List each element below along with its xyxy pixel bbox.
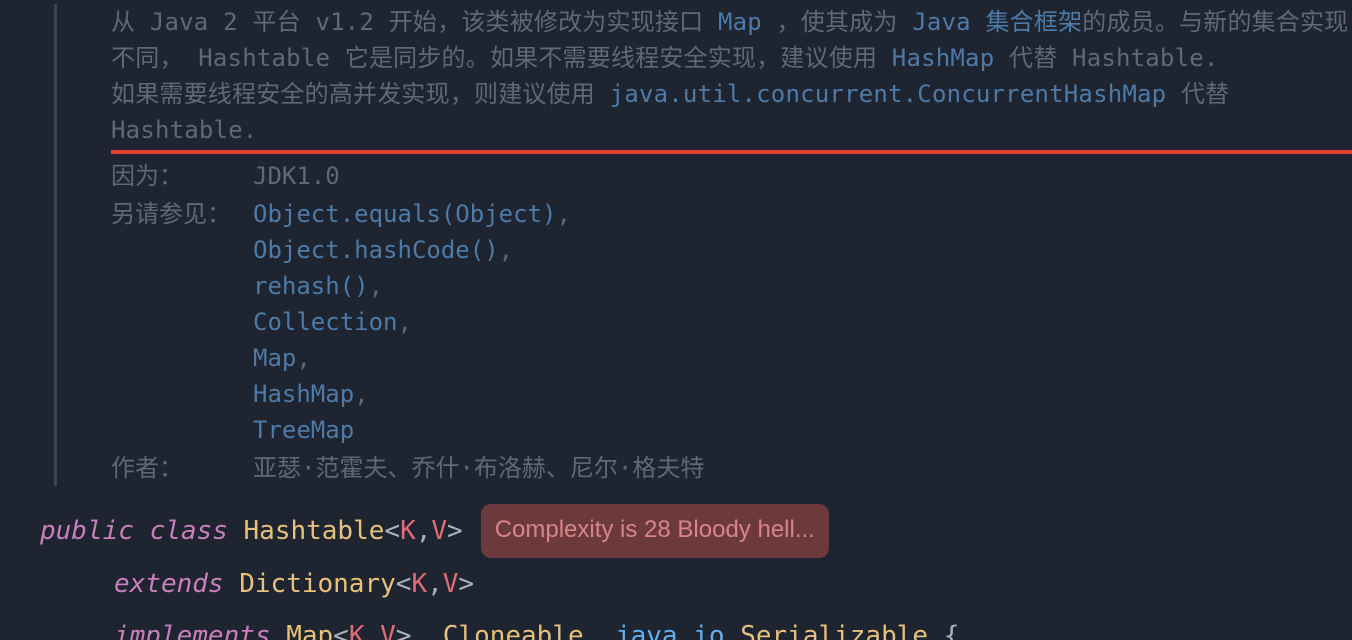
complexity-hint-badge[interactable]: Complexity is 28 Bloody hell... (481, 504, 829, 558)
angle-open: < (396, 569, 412, 599)
author-label: 作者： (111, 450, 253, 486)
see-also-link[interactable]: Object.hashCode() (253, 236, 499, 264)
see-also-item: Map, (253, 340, 1352, 376)
type-cloneable: Cloneable (443, 621, 584, 640)
see-also-link[interactable]: Object.equals(Object) (253, 200, 556, 228)
angle-close: > (396, 621, 412, 640)
see-also-item: Object.hashCode(), (253, 232, 1352, 268)
angle-open: < (333, 621, 349, 640)
comma-space: , (584, 621, 615, 640)
see-also-link[interactable]: HashMap (253, 380, 354, 408)
generic-v: V (431, 516, 447, 546)
separator: , (369, 272, 383, 300)
separator: , (499, 236, 513, 264)
comma: , (427, 569, 443, 599)
doc-text: 如果需要线程安全的高并发实现，则建议使用 (111, 80, 610, 108)
link-map[interactable]: Map (718, 8, 762, 36)
separator: , (556, 200, 570, 228)
see-also-item: Object.equals(Object), (253, 196, 1352, 232)
comma: , (364, 621, 380, 640)
keyword-extends: extends (114, 569, 224, 599)
see-also-item: rehash(), (253, 268, 1352, 304)
angle-open: < (384, 516, 400, 546)
since-value: JDK1.0 (253, 158, 1352, 194)
see-also-item: TreeMap (253, 412, 1352, 448)
type-dictionary: Dictionary (239, 569, 396, 599)
javadoc-paragraph: 从 Java 2 平台 v1.2 开始，该类被修改为实现接口 Map ，使其成为… (111, 4, 1352, 154)
link-concurrenthashmap[interactable]: java.util.concurrent.ConcurrentHashMap (610, 80, 1167, 108)
comma-space: , (411, 621, 442, 640)
angle-close: > (458, 569, 474, 599)
generic-k: K (411, 569, 427, 599)
see-also-link[interactable]: TreeMap (253, 416, 354, 444)
javadoc-block: 从 Java 2 平台 v1.2 开始，该类被修改为实现接口 Map ，使其成为… (54, 4, 1352, 486)
code-block: public class Hashtable<K,V>Complexity is… (0, 504, 1352, 640)
separator: , (296, 344, 310, 372)
doc-text: 从 Java 2 平台 v1.2 开始，该类被修改为实现接口 (111, 8, 718, 36)
angle-close: > (447, 516, 463, 546)
author-value: 亚瑟·范霍夫、乔什·布洛赫、尼尔·格夫特 (253, 450, 1352, 486)
doc-text: ，使其成为 (762, 8, 912, 36)
code-line-3: implements Map<K,V>, Cloneable, java.io.… (40, 621, 959, 640)
keyword-implements: implements (114, 621, 271, 640)
separator: , (398, 308, 412, 336)
see-also-link[interactable]: rehash() (253, 272, 369, 300)
javadoc-tags: 因为： JDK1.0 另请参见： Object.equals(Object),O… (111, 158, 1352, 486)
link-hashmap[interactable]: HashMap (892, 44, 995, 72)
see-also-label: 另请参见： (111, 196, 253, 448)
generic-k: K (400, 516, 416, 546)
since-label: 因为： (111, 158, 253, 194)
keyword-class: class (150, 516, 228, 546)
generic-k: K (349, 621, 365, 640)
type-serializable: Serializable (740, 621, 928, 640)
generic-v: V (380, 621, 396, 640)
package-qualifier: java.io. (615, 621, 740, 640)
see-also-item: HashMap, (253, 376, 1352, 412)
see-also-item: Collection, (253, 304, 1352, 340)
type-map: Map (286, 621, 333, 640)
brace-open: { (928, 621, 959, 640)
comma: , (416, 516, 432, 546)
separator: , (354, 380, 368, 408)
see-also-link[interactable]: Collection (253, 308, 398, 336)
link-java-collections[interactable]: Java 集合框架 (912, 8, 1082, 36)
see-also-list: Object.equals(Object),Object.hashCode(),… (253, 196, 1352, 448)
code-line-1: public class Hashtable<K,V>Complexity is… (40, 516, 829, 546)
generic-v: V (443, 569, 459, 599)
type-hashtable: Hashtable (244, 516, 385, 546)
see-also-link[interactable]: Map (253, 344, 296, 372)
underlined-span: 如果需要线程安全的高并发实现，则建议使用 java.util.concurren… (111, 76, 1352, 154)
doc-text: 代替 Hashtable. (994, 44, 1218, 72)
code-line-2: extends Dictionary<K,V> (40, 569, 474, 599)
keyword-public: public (40, 516, 134, 546)
